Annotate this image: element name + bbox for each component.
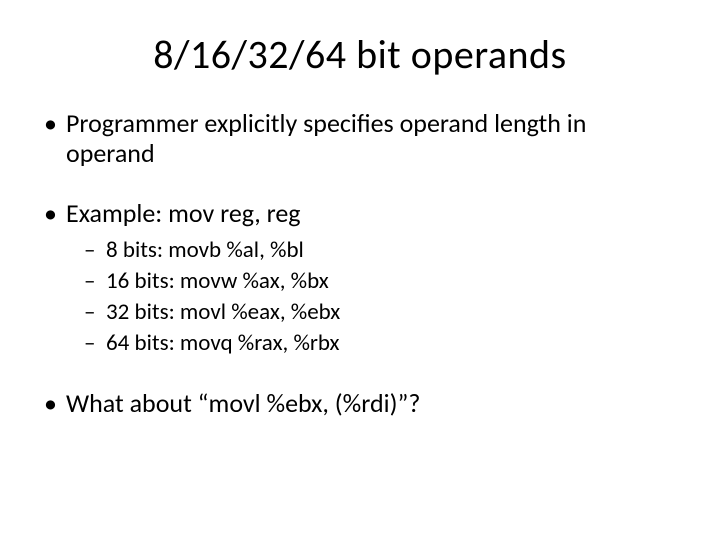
sub-bullet-item: 32 bits: movl %eax, %ebx xyxy=(84,297,680,328)
sub-bullet-item: 8 bits: movb %al, %bl xyxy=(84,235,680,266)
slide: 8/16/32/64 bit operands Programmer expli… xyxy=(0,0,720,540)
sub-bullet-item: 64 bits: movq %rax, %rbx xyxy=(84,328,680,359)
sub-bullet-text: 32 bits: movl %eax, %ebx xyxy=(106,298,340,326)
sub-bullet-text: 64 bits: movq %rax, %rbx xyxy=(106,329,340,357)
bullet-item: Programmer explicitly specifies operand … xyxy=(40,109,680,169)
slide-title: 8/16/32/64 bit operands xyxy=(40,30,680,79)
bullet-item: Example: mov reg, reg 8 bits: movb %al, … xyxy=(40,199,680,359)
sub-bullet-text: 8 bits: movb %al, %bl xyxy=(106,236,304,264)
sub-bullet-text: 16 bits: movw %ax, %bx xyxy=(106,267,329,295)
bullet-text: Example: mov reg, reg xyxy=(66,197,301,229)
bullet-text: Programmer explicitly specifies operand … xyxy=(66,107,586,169)
sub-bullet-list: 8 bits: movb %al, %bl 16 bits: movw %ax,… xyxy=(84,235,680,359)
sub-bullet-item: 16 bits: movw %ax, %bx xyxy=(84,266,680,297)
bullet-item: What about “movl %ebx, (%rdi)”? xyxy=(40,389,680,419)
bullet-text: What about “movl %ebx, (%rdi)”? xyxy=(66,387,420,419)
bullet-list: Programmer explicitly specifies operand … xyxy=(40,109,680,419)
